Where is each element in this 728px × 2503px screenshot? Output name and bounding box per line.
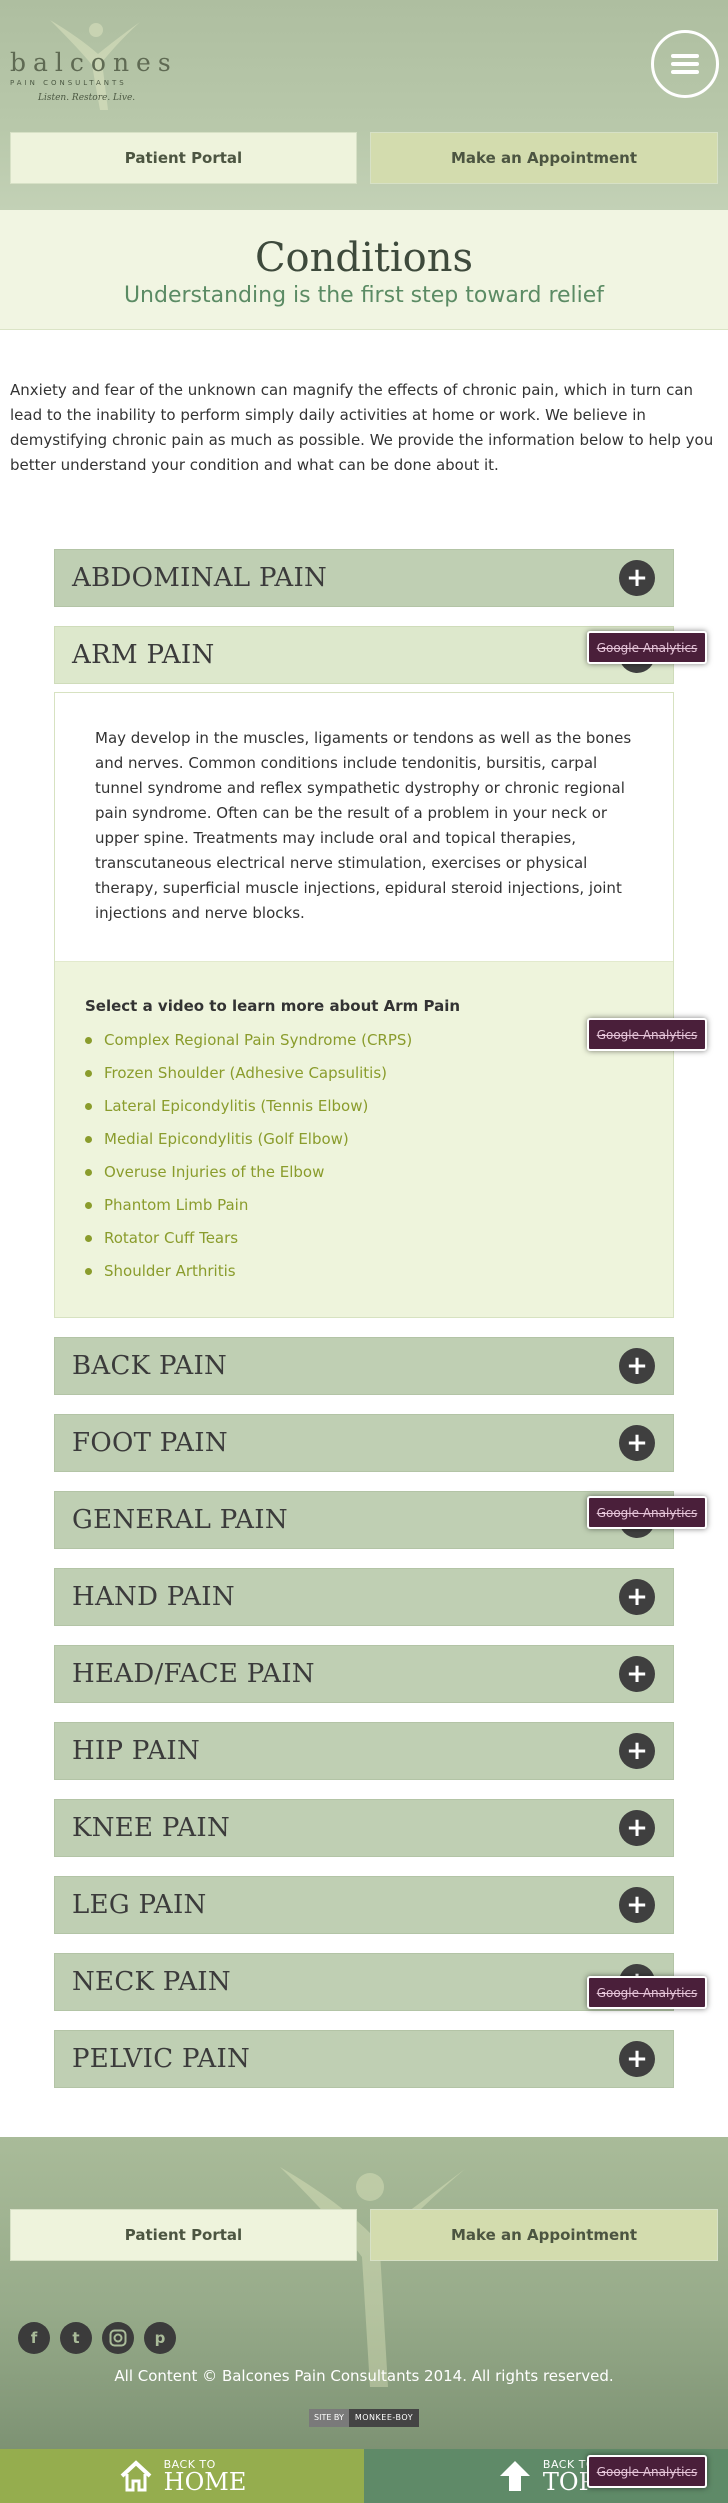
google-analytics-badge[interactable]: Google Analytics [587,1018,707,1051]
social-links: f t p [18,2322,186,2354]
facebook-icon[interactable]: f [18,2322,50,2354]
video-link[interactable]: Medial Epicondylitis (Golf Elbow) [85,1123,412,1156]
page-subtitle: Understanding is the first step toward r… [123,283,605,308]
accordion-leg-pain[interactable]: LEG PAIN + [54,1876,674,1934]
bullet-icon [85,1070,92,1077]
video-link[interactable]: Lateral Epicondylitis (Tennis Elbow) [85,1090,412,1123]
bullet-icon [85,1169,92,1176]
accordion-label: KNEE PAIN [72,1813,231,1843]
bullet-icon [85,1202,92,1209]
logo-subtitle: PAIN CONSULTANTS [10,79,127,87]
video-list: Complex Regional Pain Syndrome (CRPS) Fr… [85,1024,412,1288]
accordion-label: ARM PAIN [72,640,215,670]
home-icon [120,2460,152,2492]
site-by-label: SITE BY [309,2409,349,2427]
accordion-knee-pain[interactable]: KNEE PAIN + [54,1799,674,1857]
accordion-hip-pain[interactable]: HIP PAIN + [54,1722,674,1780]
google-analytics-badge[interactable]: Google Analytics [587,1976,707,2009]
bullet-icon [85,1235,92,1242]
agency-name: MONKEE-BOY [348,2409,420,2427]
video-link[interactable]: Phantom Limb Pain [85,1189,412,1222]
intro-paragraph: Anxiety and fear of the unknown can magn… [10,381,714,474]
logo-tagline: Listen. Restore. Live. [38,93,136,103]
accordion-abdominal-pain[interactable]: ABDOMINAL PAIN + [54,549,674,607]
plus-circle-icon: + [619,1656,655,1692]
video-list-heading: Select a video to learn more about Arm P… [85,997,461,1015]
twitter-icon[interactable]: t [60,2322,92,2354]
accordion-head-face-pain[interactable]: HEAD/FACE PAIN + [54,1645,674,1703]
video-link-label: Lateral Epicondylitis (Tennis Elbow) [104,1097,369,1115]
patient-portal-button[interactable]: Patient Portal [10,132,357,184]
video-link-label: Rotator Cuff Tears [104,1229,239,1247]
menu-button[interactable] [651,30,719,98]
pinterest-icon[interactable]: p [144,2322,176,2354]
plus-circle-icon: + [619,560,655,596]
accordion-back-pain[interactable]: BACK PAIN + [54,1337,674,1395]
bullet-icon [85,1136,92,1143]
condition-description: May develop in the muscles, ligaments or… [95,729,632,922]
site-footer: Patient Portal Make an Appointment f t p… [0,2137,728,2449]
bullet-icon [85,1037,92,1044]
accordion-label: PELVIC PAIN [72,2044,251,2074]
accordion-general-pain[interactable]: GENERAL PAIN + [54,1491,674,1549]
accordion-label: BACK PAIN [72,1351,228,1381]
plus-circle-icon: + [619,2041,655,2077]
plus-circle-icon: + [619,1425,655,1461]
arm-pain-panel: May develop in the muscles, ligaments or… [54,692,674,1318]
accordion-label: FOOT PAIN [72,1428,228,1458]
back-home-big: HOME [163,2467,247,2496]
patient-portal-button[interactable]: Patient Portal [10,2209,357,2261]
accordion-neck-pain[interactable]: NECK PAIN + [54,1953,674,2011]
back-to-home-button[interactable]: BACK TO HOME [0,2449,364,2503]
instagram-icon[interactable] [102,2322,134,2354]
accordion-hand-pain[interactable]: HAND PAIN + [54,1568,674,1626]
video-link-label: Complex Regional Pain Syndrome (CRPS) [104,1031,413,1049]
accordion-label: HEAD/FACE PAIN [72,1659,315,1689]
accordion-label: HIP PAIN [72,1736,201,1766]
video-link[interactable]: Shoulder Arthritis [85,1255,412,1288]
video-link-label: Frozen Shoulder (Adhesive Capsulitis) [104,1064,388,1082]
accordion-label: ABDOMINAL PAIN [72,563,328,593]
plus-circle-icon: + [619,1579,655,1615]
bullet-icon [85,1103,92,1110]
video-link[interactable]: Overuse Injuries of the Elbow [85,1156,412,1189]
title-band: Conditions Understanding is the first st… [0,210,728,330]
logo-wordmark: balcones [10,48,178,77]
make-appointment-button[interactable]: Make an Appointment [370,132,718,184]
copyright-text: All Content © Balcones Pain Consultants … [114,2367,614,2385]
google-analytics-badge[interactable]: Google Analytics [587,631,707,664]
accordion-pelvic-pain[interactable]: PELVIC PAIN + [54,2030,674,2088]
accordion-arm-pain[interactable]: ARM PAIN + [54,626,674,684]
plus-circle-icon: + [619,1348,655,1384]
video-link-label: Shoulder Arthritis [104,1262,236,1280]
site-by-credit[interactable]: SITE BY MONKEE-BOY [309,2409,420,2427]
plus-circle-icon: + [619,1733,655,1769]
site-header: balcones PAIN CONSULTANTS Listen. Restor… [0,0,728,210]
accordion-foot-pain[interactable]: FOOT PAIN + [54,1414,674,1472]
hamburger-icon [671,50,699,78]
arrow-up-icon [499,2461,530,2491]
accordion-label: GENERAL PAIN [72,1505,288,1535]
video-link[interactable]: Rotator Cuff Tears [85,1222,412,1255]
plus-circle-icon: + [619,1810,655,1846]
page-title: Conditions [254,235,474,281]
video-link-label: Overuse Injuries of the Elbow [104,1163,325,1181]
accordion-label: LEG PAIN [72,1890,207,1920]
google-analytics-badge[interactable]: Google Analytics [587,2455,707,2488]
video-link-label: Medial Epicondylitis (Golf Elbow) [104,1130,349,1148]
bullet-icon [85,1268,92,1275]
video-link[interactable]: Complex Regional Pain Syndrome (CRPS) [85,1024,412,1057]
video-link-label: Phantom Limb Pain [104,1196,249,1214]
plus-circle-icon: + [619,1887,655,1923]
make-appointment-button[interactable]: Make an Appointment [370,2209,718,2261]
site-logo[interactable]: balcones PAIN CONSULTANTS Listen. Restor… [10,48,190,103]
logo-figure-watermark [280,2167,465,2387]
accordion-label: HAND PAIN [72,1582,235,1612]
video-link[interactable]: Frozen Shoulder (Adhesive Capsulitis) [85,1057,412,1090]
google-analytics-badge[interactable]: Google Analytics [587,1496,707,1529]
video-list-section: Select a video to learn more about Arm P… [55,961,673,1317]
accordion-label: NECK PAIN [72,1967,231,1997]
